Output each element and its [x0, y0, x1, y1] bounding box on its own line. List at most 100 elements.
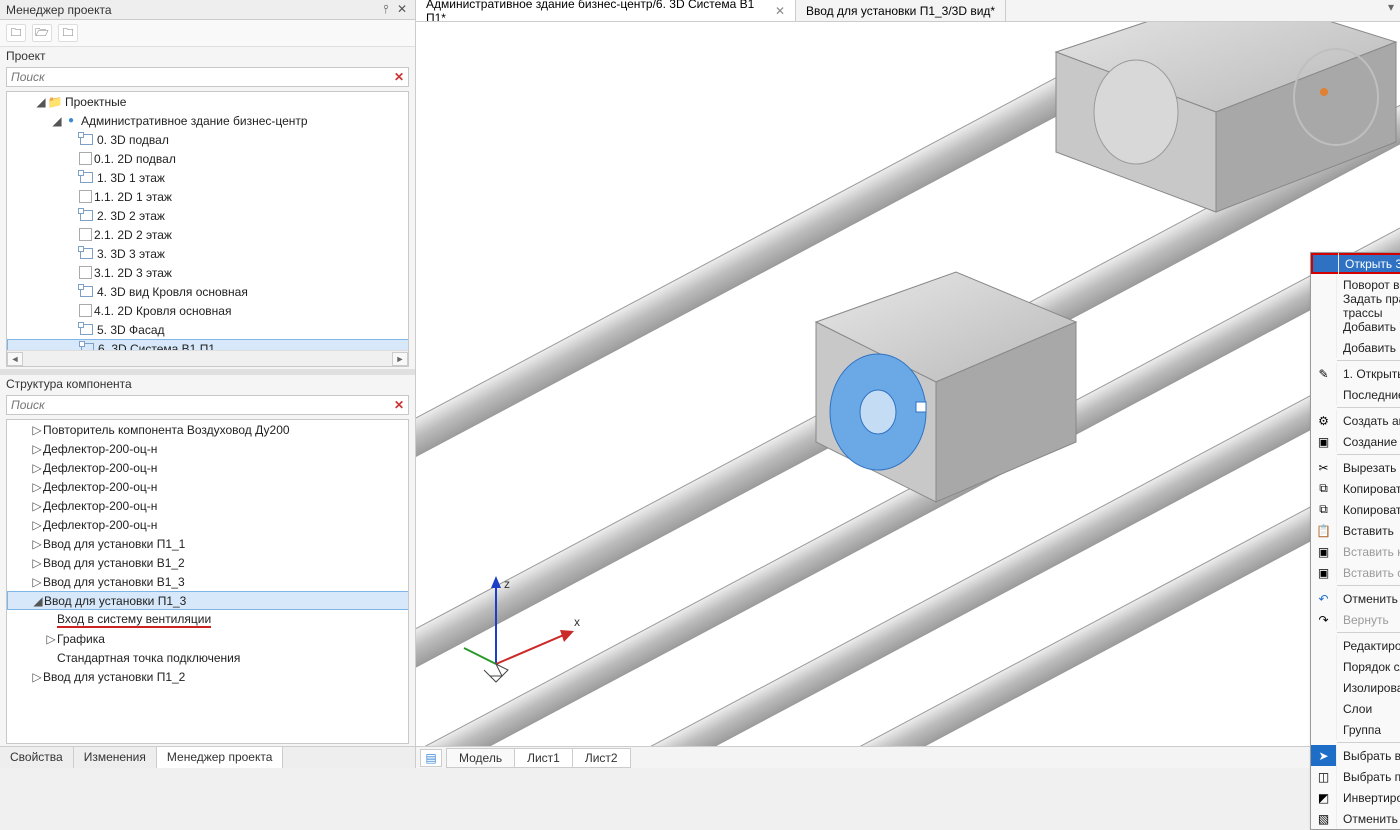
doc-tab[interactable]: Административное здание бизнес-центр/6. … — [416, 0, 796, 21]
tree-row[interactable]: ▷Графика — [7, 629, 409, 648]
ctx-select-all[interactable]: ➤Выбрать все — [1311, 745, 1400, 766]
expand-icon[interactable]: ▷ — [31, 518, 43, 532]
tree-row[interactable]: 0. 3D подвал — [7, 130, 409, 149]
collapse-icon[interactable]: ◢ — [51, 114, 63, 128]
ctx-create-block[interactable]: ▣Создание блока... — [1311, 431, 1400, 452]
tree-row-selected[interactable]: ◢Ввод для установки П1_3 — [7, 591, 409, 610]
doc-tab[interactable]: Ввод для установки П1_3/3D вид* — [796, 0, 1006, 21]
tree-row[interactable]: 2.1. 2D 2 этаж — [7, 225, 409, 244]
delete-folder-icon[interactable]: 🗀 — [58, 24, 78, 42]
ctx-clear-selection[interactable]: ▧Отменить выбор — [1311, 808, 1400, 829]
tree-row[interactable]: ▷Дефлектор-200-оц-н — [7, 496, 409, 515]
tree-row[interactable]: 4.1. 2D Кровля основная — [7, 301, 409, 320]
tree-row[interactable]: 4. 3D вид Кровля основная — [7, 282, 409, 301]
ctx-repeat-rule[interactable]: Задать правило повторения вдоль оси трас… — [1311, 295, 1400, 316]
tree-row[interactable]: 2. 3D 2 этаж — [7, 206, 409, 225]
view-tab-model[interactable]: Модель — [446, 748, 515, 768]
expand-icon[interactable]: ▷ — [31, 575, 43, 589]
tree-row[interactable]: ▷Дефлектор-200-оц-н — [7, 477, 409, 496]
expand-icon[interactable]: ▷ — [31, 537, 43, 551]
ctx-copy[interactable]: ⧉Копировать — [1311, 478, 1400, 499]
tree-row[interactable]: ▷Ввод для установки П1_1 — [7, 534, 409, 553]
tree-row[interactable]: ▷Ввод для установки П1_2 — [7, 667, 409, 686]
tree-row[interactable]: ▷Дефлектор-200-оц-н — [7, 458, 409, 477]
tab-project-manager[interactable]: Менеджер проекта — [157, 747, 284, 768]
panel-toolbar: 🗀 🗁 🗀 — [0, 20, 415, 47]
h-scrollbar[interactable]: ◄ ► — [7, 350, 408, 366]
collapse-icon[interactable]: ◢ — [32, 594, 44, 608]
open-folder-icon[interactable]: 🗁 — [32, 24, 52, 42]
ctx-cut[interactable]: ✂Вырезать — [1311, 457, 1400, 478]
ctx-undo[interactable]: ↶Отменить — [1311, 588, 1400, 609]
tree-row[interactable]: 3.1. 2D 3 этаж — [7, 263, 409, 282]
tree-row[interactable]: ▷Ввод для установки В1_2 — [7, 553, 409, 572]
page-icon — [79, 304, 92, 317]
ctx-copy-base[interactable]: ⧉Копировать с базовой точкой — [1311, 499, 1400, 520]
ctx-group[interactable]: Группа▶ — [1311, 719, 1400, 740]
close-icon[interactable]: ✕ — [395, 3, 409, 17]
layout-icon[interactable]: ▤ — [420, 749, 442, 767]
tree-row[interactable]: ▷Дефлектор-200-оц-н — [7, 515, 409, 534]
expand-icon[interactable]: ▷ — [31, 480, 43, 494]
viewport-footer: ▤ Модель Лист1 Лист2 — [416, 746, 1400, 768]
component-structure-tree[interactable]: ▷Повторитель компонента Воздуховод Ду200… — [6, 419, 409, 744]
expand-icon[interactable]: ▷ — [45, 632, 57, 646]
tree-row[interactable]: ◢ Административное здание бизнес-центр — [7, 111, 409, 130]
expand-icon[interactable]: ▷ — [31, 499, 43, 513]
ctx-create-analog[interactable]: ⚙Создать аналог — [1311, 410, 1400, 431]
tree-row[interactable]: 3. 3D 3 этаж — [7, 244, 409, 263]
expand-icon[interactable]: ▷ — [31, 670, 43, 684]
ctx-invert-selection[interactable]: ◩Инвертировать выбор — [1311, 787, 1400, 808]
deselect-icon: ▧ — [1311, 808, 1337, 829]
tree-row[interactable]: ▷Дефлектор-200-оц-н — [7, 439, 409, 458]
tree-row[interactable]: ◢ Проектные — [7, 92, 409, 111]
expand-icon[interactable]: ▷ — [31, 461, 43, 475]
separator — [1337, 585, 1400, 586]
ctx-recent-commands[interactable]: Последние команды▶ — [1311, 384, 1400, 405]
cube-icon — [80, 324, 93, 335]
expand-icon[interactable]: ▷ — [31, 442, 43, 456]
tab-properties[interactable]: Свойства — [0, 747, 74, 768]
3d-viewport[interactable]: z x — [416, 22, 1400, 746]
ctx-add-leader[interactable]: Добавить выноску — [1311, 337, 1400, 358]
tree-row[interactable]: Стандартная точка подключения — [7, 648, 409, 667]
tree-row[interactable]: 1.1. 2D 1 этаж — [7, 187, 409, 206]
view-tab-sheet2[interactable]: Лист2 — [572, 748, 631, 768]
pin-icon[interactable]: ⫯ — [379, 3, 393, 17]
expand-icon[interactable]: ▷ — [31, 423, 43, 437]
ctx-recent-1[interactable]: ✎1. Открыть 3D вид — [1311, 363, 1400, 384]
close-icon[interactable]: ✕ — [775, 4, 785, 18]
view-tab-sheet1[interactable]: Лист1 — [514, 748, 573, 768]
ctx-open-3d-view[interactable]: Открыть 3D вид — [1311, 253, 1400, 274]
tree-row[interactable]: 0.1. 2D подвал — [7, 149, 409, 168]
tree-row[interactable]: 1. 3D 1 этаж — [7, 168, 409, 187]
collapse-icon[interactable]: ◢ — [35, 95, 47, 109]
tree-row[interactable]: Вход в систему вентиляции — [7, 610, 409, 629]
search-input[interactable] — [7, 398, 390, 412]
ctx-isolate[interactable]: Изолировать▶ — [1311, 677, 1400, 698]
tree-label: 3. 3D 3 этаж — [97, 247, 165, 261]
ctx-select-similar[interactable]: ◫Выбрать похожие объекты — [1311, 766, 1400, 787]
clear-search-icon[interactable]: ✕ — [390, 398, 408, 412]
tree-label: Ввод для установки П1_3 — [44, 594, 186, 608]
tree-row[interactable]: ▷Повторитель компонента Воздуховод Ду200 — [7, 420, 409, 439]
project-tree[interactable]: ◢ Проектные ◢ Административное здание би… — [6, 91, 409, 367]
scroll-left-icon[interactable]: ◄ — [7, 352, 23, 366]
tree-row[interactable]: ▷Ввод для установки В1_3 — [7, 572, 409, 591]
clear-search-icon[interactable]: ✕ — [390, 70, 408, 84]
ctx-layers[interactable]: Слои▶ — [1311, 698, 1400, 719]
scroll-right-icon[interactable]: ► — [392, 352, 408, 366]
ctx-order[interactable]: Порядок следования▶ — [1311, 656, 1400, 677]
page-icon — [79, 190, 92, 203]
axis-gizmo: z x — [456, 564, 586, 694]
tabs-overflow-icon[interactable]: ▾ — [1382, 0, 1400, 21]
ctx-add-ugo[interactable]: Добавить УГО — [1311, 316, 1400, 337]
search-input[interactable] — [7, 70, 390, 84]
ctx-paste[interactable]: 📋Вставить — [1311, 520, 1400, 541]
new-folder-icon[interactable]: 🗀 — [6, 24, 26, 42]
tree-row[interactable]: 5. 3D Фасад — [7, 320, 409, 339]
ctx-editing[interactable]: Редактирование▶ — [1311, 635, 1400, 656]
expand-icon[interactable]: ▷ — [31, 556, 43, 570]
tab-changes[interactable]: Изменения — [74, 747, 157, 768]
tree-label: Ввод для установки В1_2 — [43, 556, 185, 570]
